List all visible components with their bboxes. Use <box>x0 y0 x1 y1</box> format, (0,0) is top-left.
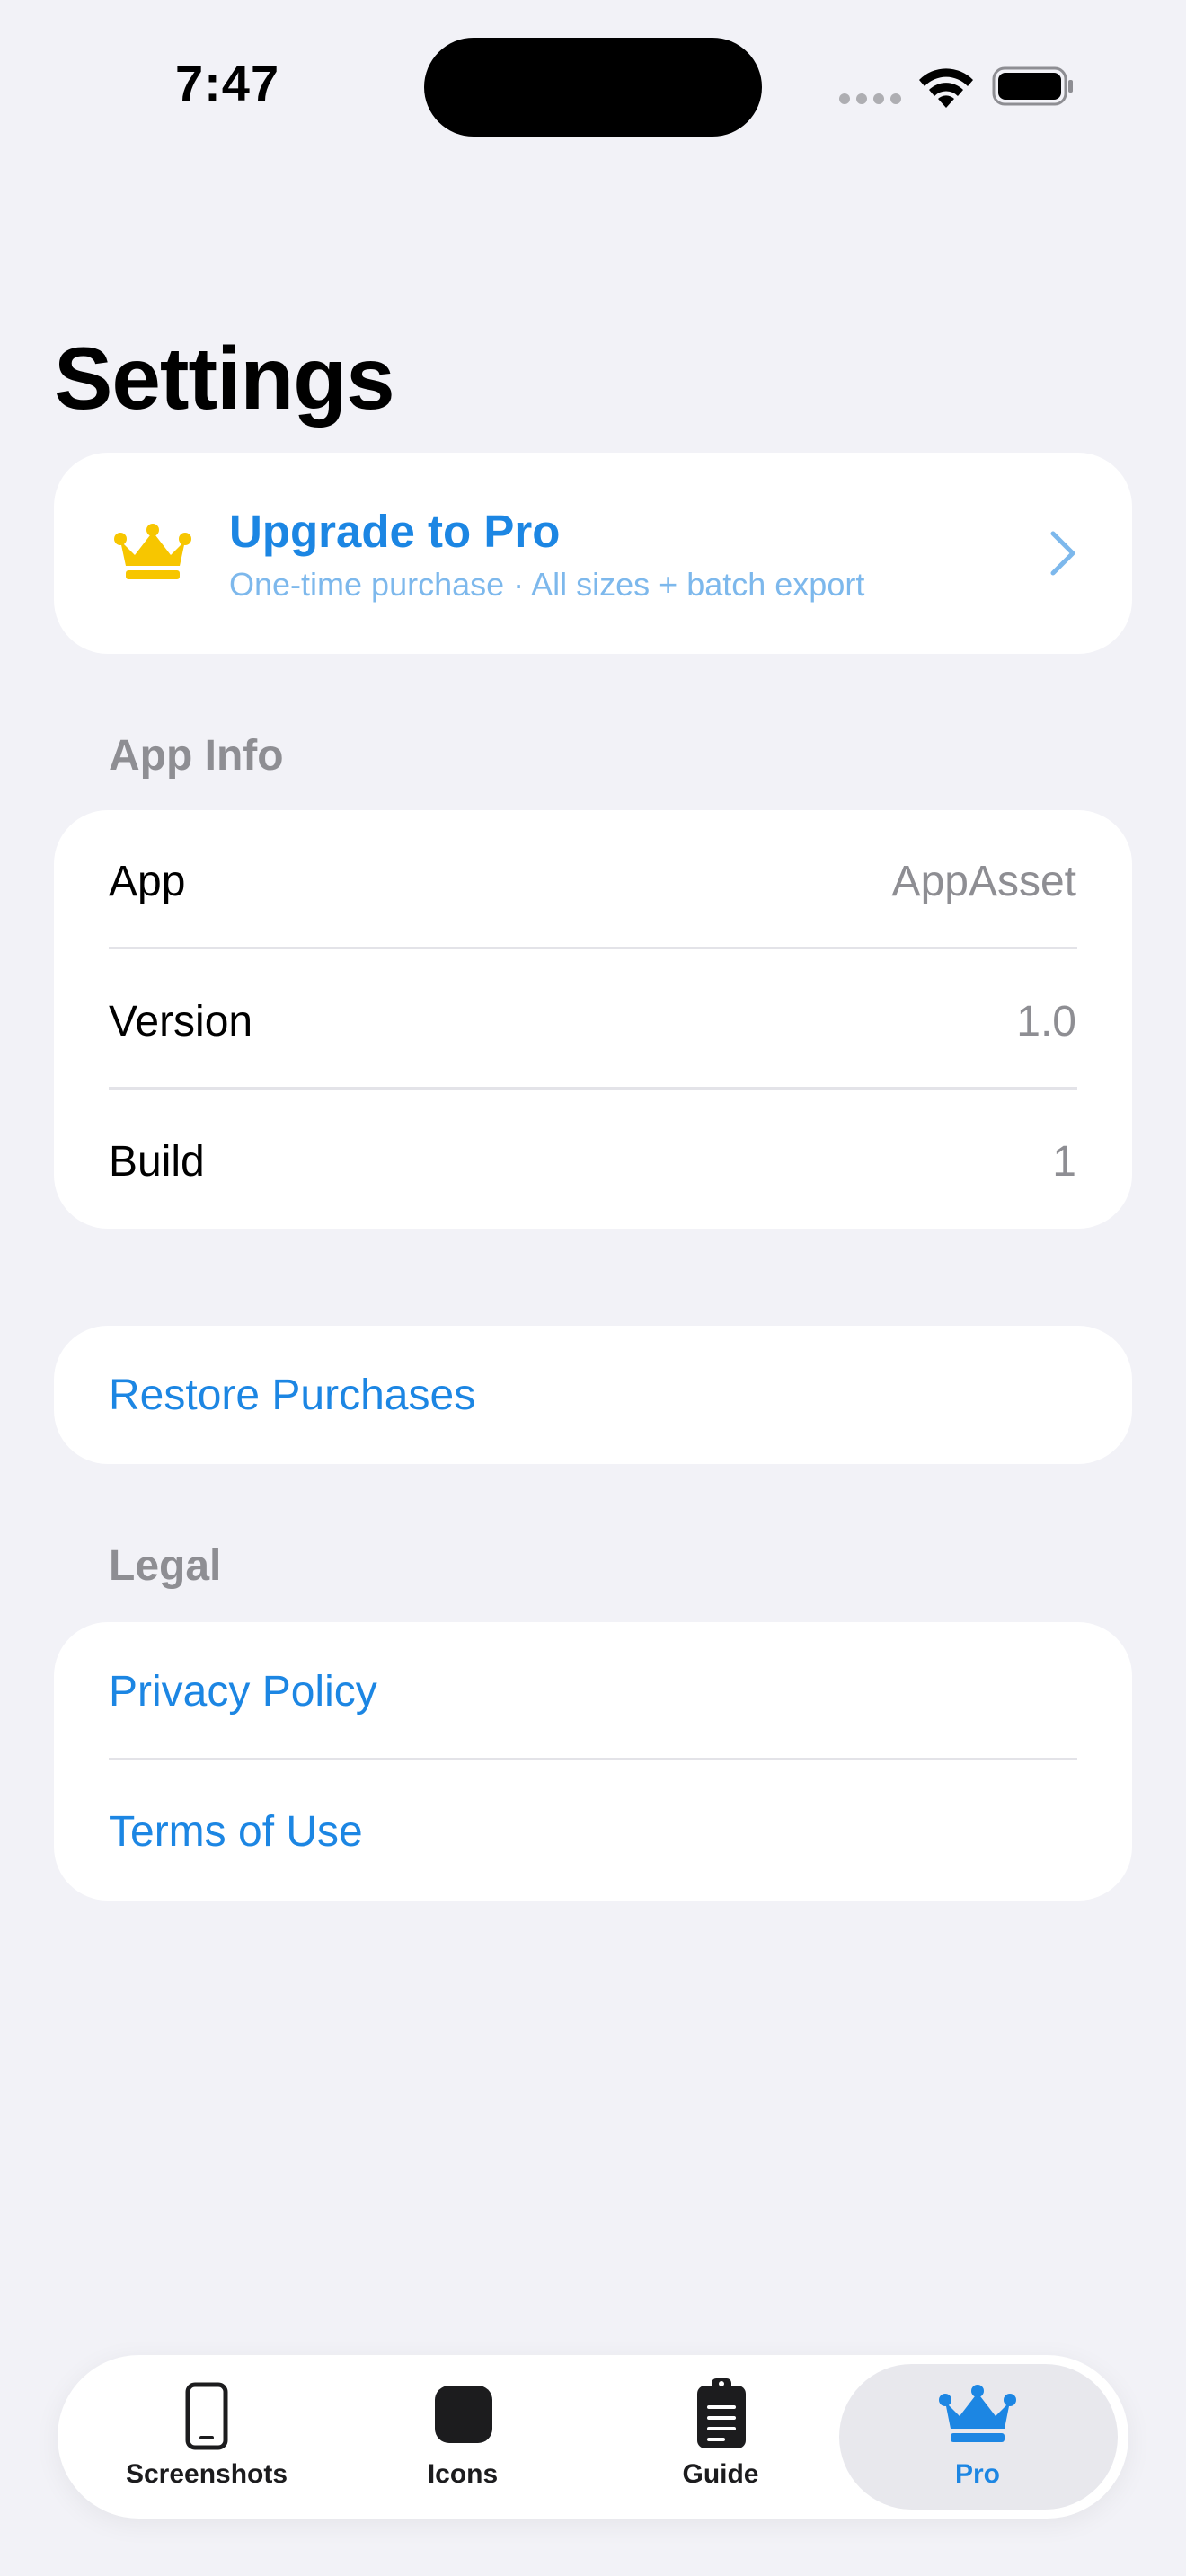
build-row-label: Build <box>109 1138 205 1186</box>
upgrade-title: Upgrade to Pro <box>229 506 561 557</box>
version-row-label: Version <box>109 998 253 1045</box>
divider <box>109 1087 1077 1090</box>
crown-icon <box>939 2385 1016 2442</box>
battery-icon <box>992 66 1073 106</box>
version-row-value: 1.0 <box>1016 998 1076 1045</box>
upgrade-pro-card[interactable] <box>54 453 1132 654</box>
tab-label-pro: Pro <box>954 2459 1000 2489</box>
cellular-signal-icon <box>839 93 902 104</box>
app-row-label: App <box>109 858 186 905</box>
restore-purchases-label[interactable]: Restore Purchases <box>109 1371 475 1420</box>
terms-of-use-link[interactable]: Terms of Use <box>109 1807 363 1857</box>
build-row-value: 1 <box>1052 1138 1076 1186</box>
page-title: Settings <box>54 329 395 428</box>
divider <box>109 947 1077 949</box>
app-info-section-header: App Info <box>109 732 284 780</box>
tab-label-screenshots: Screenshots <box>125 2459 288 2489</box>
phone-icon <box>185 2382 228 2450</box>
tab-label-icons: Icons <box>427 2459 499 2489</box>
clipboard-icon <box>697 2378 746 2448</box>
legal-card <box>54 1622 1132 1901</box>
wifi-icon <box>919 68 973 108</box>
legal-section-header: Legal <box>109 1542 222 1590</box>
divider <box>109 1758 1077 1760</box>
crown-icon <box>114 524 191 579</box>
upgrade-subtitle: One-time purchase · All sizes + batch ex… <box>229 566 865 603</box>
app-icon <box>435 2386 492 2443</box>
tab-screenshots[interactable]: Screenshots <box>99 2371 314 2506</box>
tab-label-guide: Guide <box>682 2459 759 2489</box>
tab-pro[interactable]: Pro <box>870 2371 1085 2506</box>
tab-guide[interactable]: Guide <box>613 2371 828 2506</box>
tab-icons[interactable]: Icons <box>355 2371 571 2506</box>
status-time: 7:47 <box>175 55 280 111</box>
chevron-right-icon <box>1050 531 1075 576</box>
privacy-policy-link[interactable]: Privacy Policy <box>109 1667 377 1716</box>
dynamic-island <box>424 38 762 137</box>
app-row-value: AppAsset <box>891 858 1076 905</box>
